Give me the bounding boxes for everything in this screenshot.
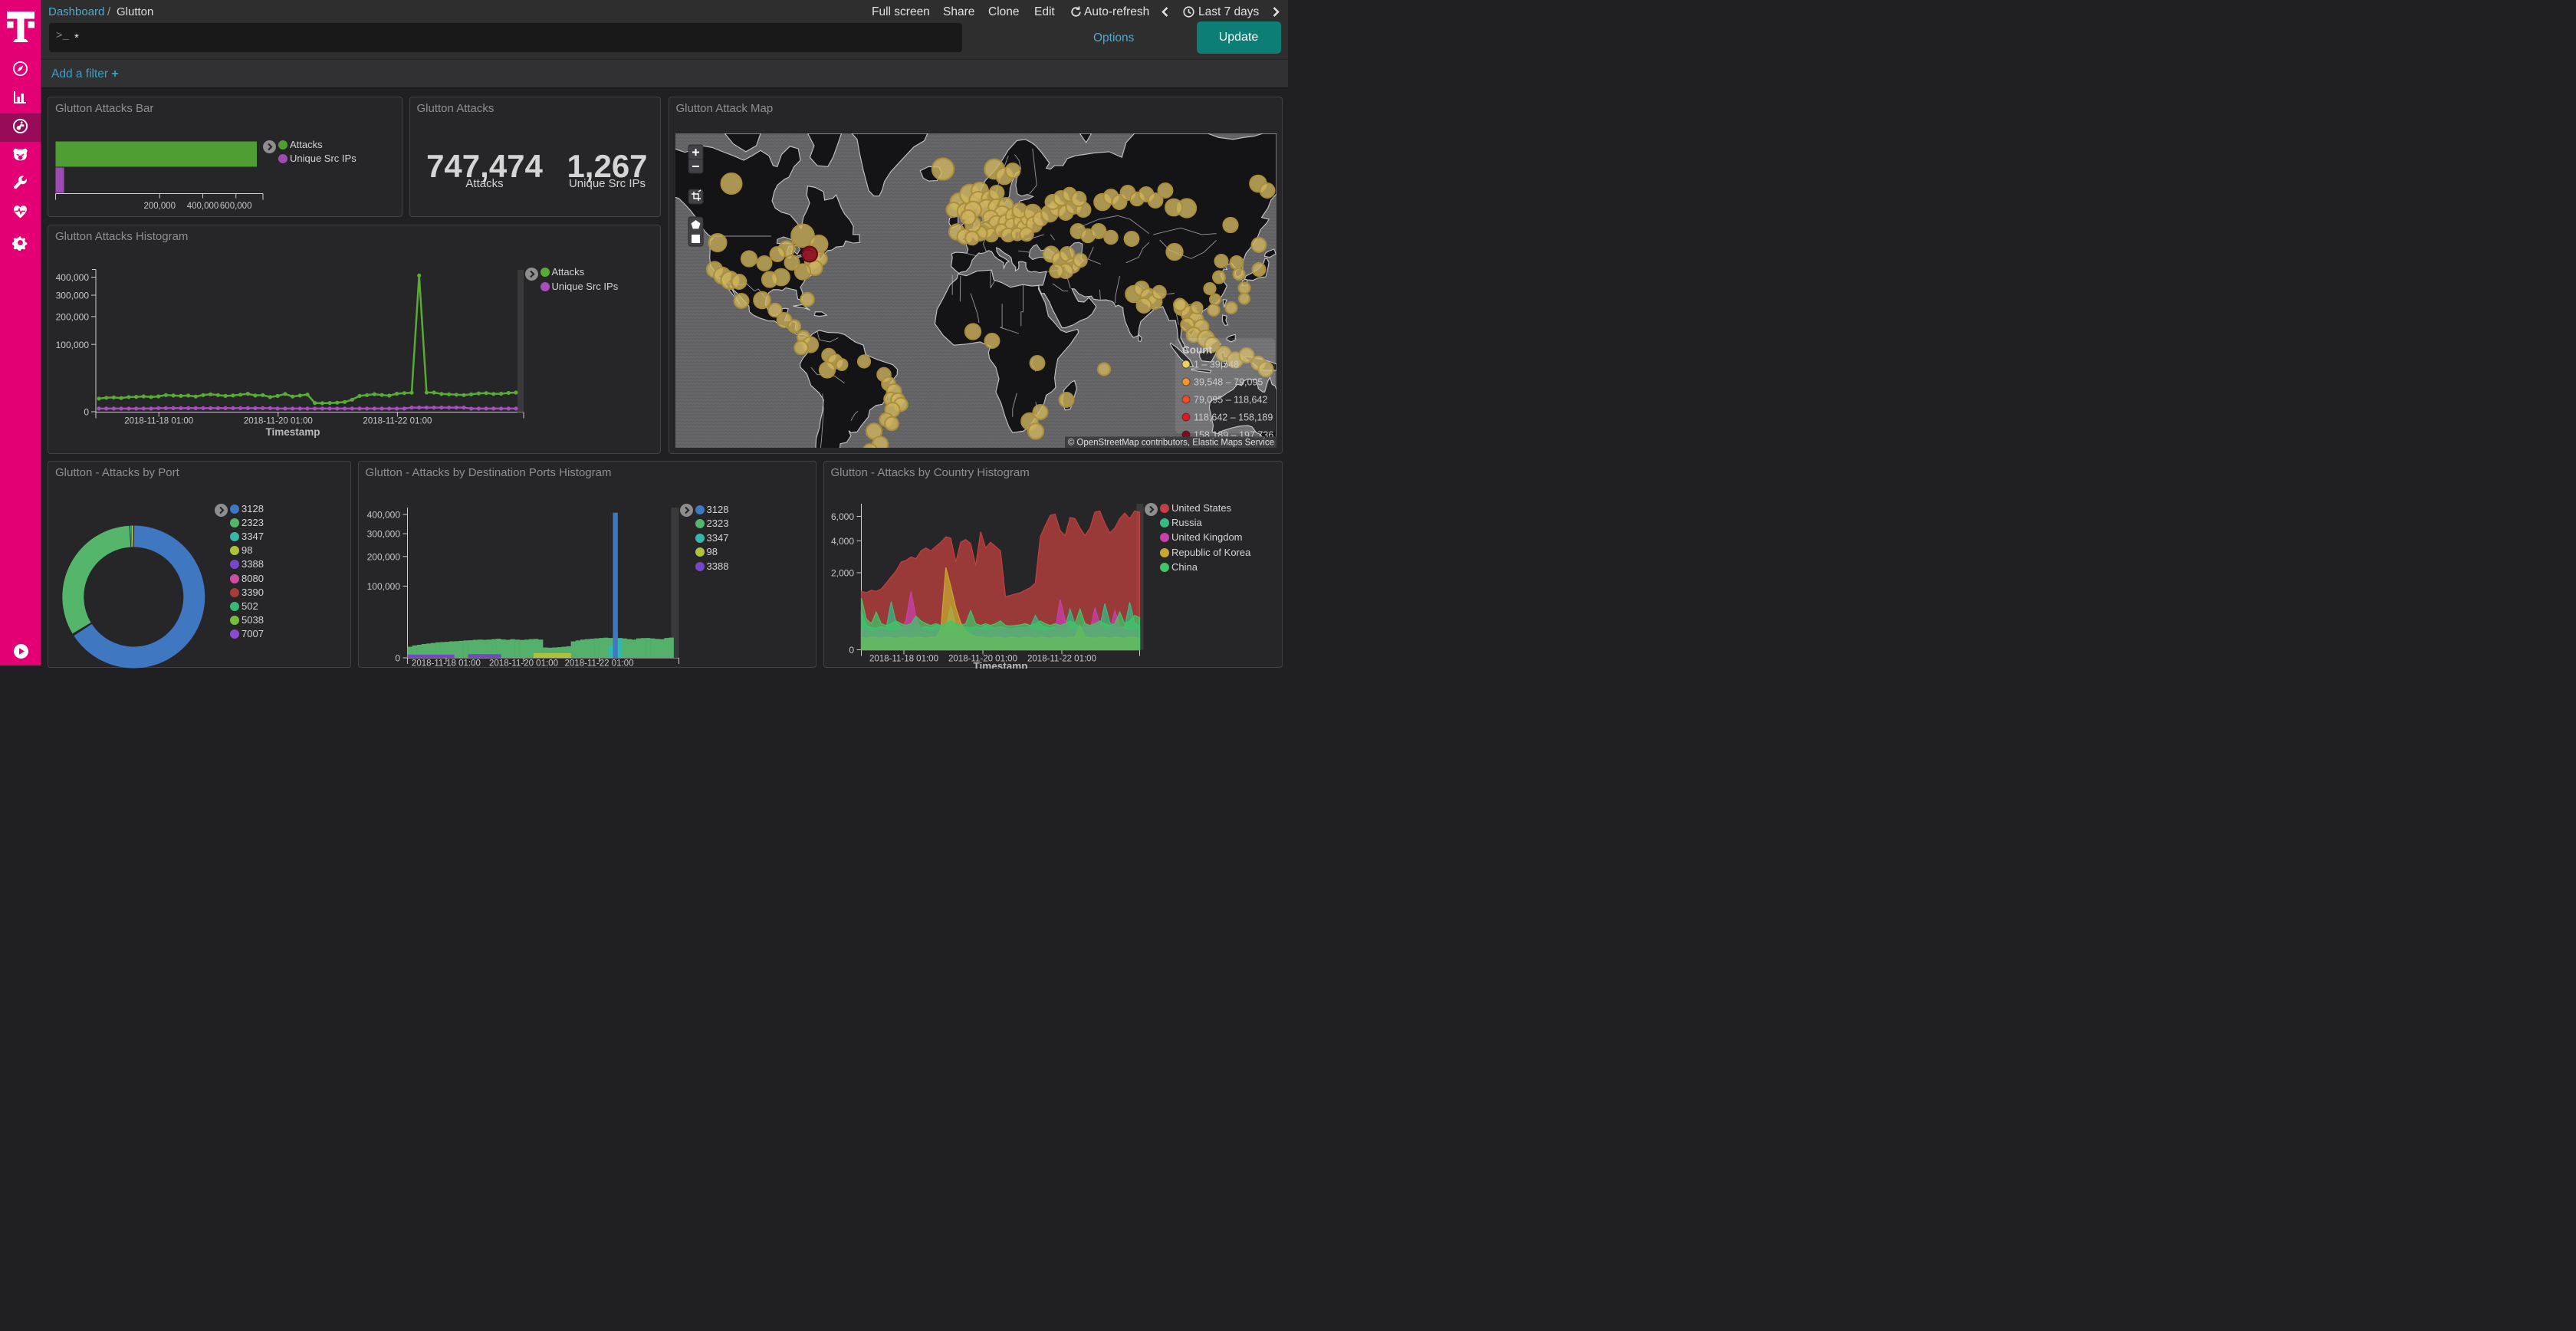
svg-text:2018-11-22 01:00: 2018-11-22 01:00	[1027, 654, 1096, 663]
svg-text:100,000: 100,000	[366, 581, 400, 592]
svg-text:2018-11-18 01:00: 2018-11-18 01:00	[124, 416, 193, 426]
svg-text:100,000: 100,000	[56, 339, 90, 350]
svg-text:0: 0	[84, 406, 89, 417]
svg-text:2018-11-22 01:00: 2018-11-22 01:00	[564, 659, 633, 668]
svg-text:400,000: 400,000	[366, 509, 400, 520]
svg-text:300,000: 300,000	[366, 528, 400, 539]
svg-text:200,000: 200,000	[144, 202, 176, 211]
svg-text:Timestamp: Timestamp	[973, 660, 1027, 669]
svg-text:4,000: 4,000	[830, 535, 853, 546]
svg-text:200,000: 200,000	[56, 311, 90, 322]
svg-text:Timestamp: Timestamp	[515, 667, 570, 669]
svg-text:2018-11-22 01:00: 2018-11-22 01:00	[363, 416, 432, 426]
svg-text:Timestamp: Timestamp	[265, 426, 320, 438]
svg-text:6,000: 6,000	[830, 511, 853, 522]
svg-text:600,000: 600,000	[220, 202, 252, 211]
svg-text:118,642 – 158,189: 118,642 – 158,189	[1194, 412, 1273, 422]
svg-text:0: 0	[395, 652, 400, 663]
svg-text:2,000: 2,000	[830, 567, 853, 578]
svg-text:1 – 39,548: 1 – 39,548	[1194, 359, 1239, 370]
svg-text:2018-11-18 01:00: 2018-11-18 01:00	[411, 659, 480, 668]
svg-text:79,095 – 118,642: 79,095 – 118,642	[1194, 394, 1267, 405]
svg-text:2018-11-18 01:00: 2018-11-18 01:00	[869, 654, 938, 663]
svg-text:© OpenStreetMap contributors,: © OpenStreetMap contributors, Elastic Ma…	[1068, 438, 1274, 447]
svg-text:Count: Count	[1182, 344, 1212, 356]
svg-text:0: 0	[849, 645, 854, 656]
svg-text:2018-11-20 01:00: 2018-11-20 01:00	[244, 416, 313, 426]
svg-text:400,000: 400,000	[56, 272, 90, 283]
svg-text:400,000: 400,000	[187, 202, 219, 211]
svg-text:200,000: 200,000	[366, 551, 400, 562]
svg-text:300,000: 300,000	[56, 290, 90, 301]
svg-text:39,548 – 79,095: 39,548 – 79,095	[1194, 376, 1263, 387]
